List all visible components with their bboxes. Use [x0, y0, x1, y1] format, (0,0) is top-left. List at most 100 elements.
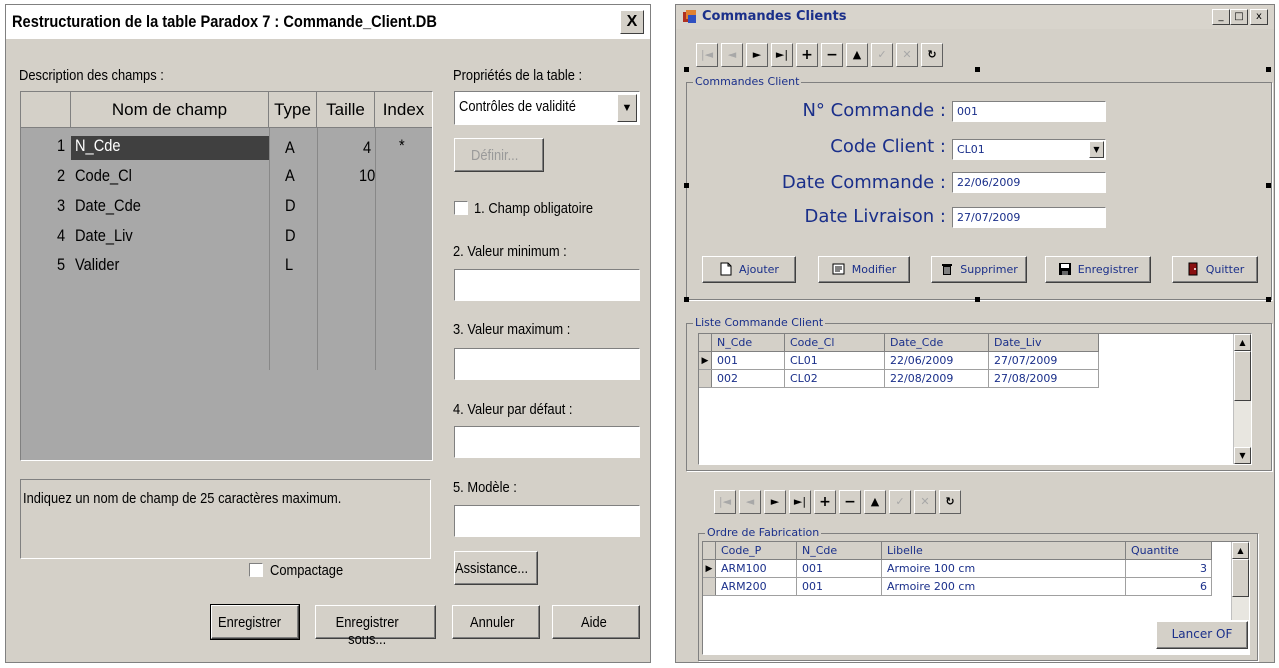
- table-cell[interactable]: 27/07/2009: [988, 351, 1099, 370]
- model-input[interactable]: [454, 505, 640, 537]
- launch-of-button[interactable]: Lancer OF: [1156, 621, 1248, 649]
- table-cell[interactable]: 001: [796, 577, 882, 596]
- field-type-cell[interactable]: A: [285, 166, 295, 186]
- cancel-edit-button[interactable]: ✕: [914, 490, 936, 514]
- assistance-button[interactable]: Assistance...: [454, 551, 538, 585]
- field-name-cell[interactable]: Valider: [75, 255, 119, 275]
- add-button[interactable]: Ajouter: [702, 256, 796, 283]
- quit-button[interactable]: Quitter: [1172, 256, 1258, 283]
- col-header[interactable]: Quantite: [1125, 542, 1212, 560]
- order-date-input[interactable]: 22/06/2009: [952, 172, 1106, 193]
- col-header-name[interactable]: Nom de champ: [71, 92, 269, 128]
- col-header-index[interactable]: Index: [375, 92, 432, 128]
- table-cell[interactable]: ARM200: [715, 577, 797, 596]
- scroll-up-icon[interactable]: ▲: [1232, 542, 1249, 559]
- field-index-cell[interactable]: *: [399, 136, 405, 156]
- insert-record-button[interactable]: +: [814, 490, 836, 514]
- maximize-button[interactable]: □: [1230, 9, 1248, 25]
- scroll-thumb[interactable]: [1234, 351, 1251, 401]
- field-type-cell[interactable]: D: [285, 196, 296, 216]
- table-cell[interactable]: 002: [711, 369, 785, 388]
- scroll-down-icon[interactable]: ▼: [1234, 447, 1251, 464]
- table-cell[interactable]: 001: [796, 559, 882, 578]
- col-header[interactable]: Date_Liv: [988, 334, 1099, 352]
- delete-record-button[interactable]: −: [839, 490, 861, 514]
- table-cell[interactable]: 27/08/2009: [988, 369, 1099, 388]
- scroll-thumb[interactable]: [1232, 559, 1249, 597]
- first-record-button[interactable]: |◄: [696, 43, 718, 67]
- close-button[interactable]: X: [620, 10, 644, 34]
- chevron-down-icon[interactable]: ▼: [617, 94, 637, 122]
- save-as-button[interactable]: Enregistrer sous...: [315, 605, 436, 648]
- table-cell[interactable]: 6: [1125, 577, 1212, 596]
- order-list-grid[interactable]: N_Cde Code_Cl Date_Cde Date_Liv ▶ 001 CL…: [698, 333, 1252, 465]
- table-properties-select[interactable]: Contrôles de validité ▼: [454, 91, 640, 125]
- table-cell[interactable]: ARM100: [715, 559, 797, 578]
- col-header[interactable]: N_Cde: [796, 542, 882, 560]
- min-value-input[interactable]: [454, 269, 640, 301]
- delete-button[interactable]: Supprimer: [931, 256, 1027, 283]
- col-header[interactable]: Code_P: [715, 542, 797, 560]
- table-row[interactable]: ▶ 001 CL01 22/06/2009 27/07/2009: [699, 351, 1099, 370]
- field-name-cell[interactable]: N_Cde: [75, 136, 121, 156]
- insert-record-button[interactable]: +: [796, 43, 818, 67]
- table-cell[interactable]: 3: [1125, 559, 1212, 578]
- field-type-cell[interactable]: D: [285, 226, 296, 246]
- delete-record-button[interactable]: −: [821, 43, 843, 67]
- chevron-down-icon[interactable]: ▼: [1089, 141, 1104, 158]
- first-record-button[interactable]: |◄: [714, 490, 736, 514]
- cancel-button[interactable]: Annuler: [452, 605, 540, 639]
- fields-grid[interactable]: Nom de champ Type Taille Index 1 N_Cde A…: [20, 91, 433, 461]
- close-button[interactable]: x: [1250, 9, 1268, 25]
- field-type-cell[interactable]: L: [285, 255, 293, 275]
- col-header[interactable]: N_Cde: [711, 334, 785, 352]
- table-cell[interactable]: 22/06/2009: [884, 351, 989, 370]
- col-header-size[interactable]: Taille: [317, 92, 375, 128]
- table-cell[interactable]: 22/08/2009: [884, 369, 989, 388]
- field-name-cell[interactable]: Code_Cl: [75, 166, 132, 186]
- help-button[interactable]: Aide: [552, 605, 640, 639]
- col-header[interactable]: Libelle: [881, 542, 1126, 560]
- required-checkbox[interactable]: [454, 201, 468, 215]
- refresh-button[interactable]: ↻: [939, 490, 961, 514]
- vertical-scrollbar[interactable]: ▲ ▼: [1233, 334, 1251, 464]
- edit-record-button[interactable]: ▲: [846, 43, 868, 67]
- field-name-cell[interactable]: Date_Cde: [75, 196, 141, 216]
- table-row[interactable]: 002 CL02 22/08/2009 27/08/2009: [699, 369, 1099, 388]
- table-cell[interactable]: CL01: [784, 351, 885, 370]
- order-number-input[interactable]: 001: [952, 101, 1106, 122]
- table-row[interactable]: ▶ ARM100 001 Armoire 100 cm 3: [703, 559, 1212, 578]
- post-record-button[interactable]: ✓: [889, 490, 911, 514]
- table-cell[interactable]: Armoire 100 cm: [881, 559, 1126, 578]
- prior-record-button[interactable]: ◄: [721, 43, 743, 67]
- delivery-date-input[interactable]: 27/07/2009: [952, 207, 1106, 228]
- col-header[interactable]: Code_Cl: [784, 334, 885, 352]
- last-record-button[interactable]: ►|: [771, 43, 793, 67]
- table-cell[interactable]: CL02: [784, 369, 885, 388]
- table-row[interactable]: ARM200 001 Armoire 200 cm 6: [703, 577, 1212, 596]
- save-button[interactable]: Enregistrer: [1045, 256, 1151, 283]
- next-record-button[interactable]: ►: [764, 490, 786, 514]
- vertical-scrollbar[interactable]: ▲: [1231, 542, 1249, 620]
- refresh-button[interactable]: ↻: [921, 43, 943, 67]
- edit-button[interactable]: Modifier: [818, 256, 910, 283]
- table-cell[interactable]: Armoire 200 cm: [881, 577, 1126, 596]
- save-button[interactable]: Enregistrer: [210, 604, 300, 640]
- scroll-up-icon[interactable]: ▲: [1234, 334, 1251, 351]
- field-type-cell[interactable]: A: [285, 138, 295, 158]
- prior-record-button[interactable]: ◄: [739, 490, 761, 514]
- col-header-type[interactable]: Type: [269, 92, 317, 128]
- minimize-button[interactable]: _: [1212, 9, 1230, 25]
- col-header[interactable]: Date_Cde: [884, 334, 989, 352]
- field-size-cell[interactable]: 10: [359, 166, 375, 186]
- cancel-edit-button[interactable]: ✕: [896, 43, 918, 67]
- table-cell[interactable]: 001: [711, 351, 785, 370]
- post-record-button[interactable]: ✓: [871, 43, 893, 67]
- next-record-button[interactable]: ►: [746, 43, 768, 67]
- max-value-input[interactable]: [454, 348, 640, 380]
- client-code-select[interactable]: CL01 ▼: [952, 139, 1106, 160]
- last-record-button[interactable]: ►|: [789, 490, 811, 514]
- edit-record-button[interactable]: ▲: [864, 490, 886, 514]
- compact-checkbox[interactable]: [249, 563, 263, 577]
- default-value-input[interactable]: [454, 426, 640, 458]
